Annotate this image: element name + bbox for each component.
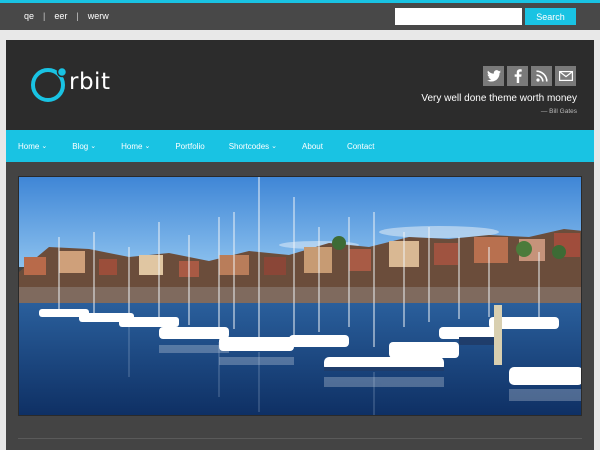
- nav-item-label: Blog: [72, 141, 89, 151]
- header-tagline: Very well done theme worth money: [421, 93, 577, 104]
- chevron-down-icon: ⌄: [271, 143, 278, 150]
- social-icons: [483, 66, 576, 86]
- top-bar: qe | eer | werw Search: [0, 0, 600, 30]
- nav-item-home[interactable]: Home ⌄: [18, 142, 47, 151]
- logo-text: rbit: [69, 69, 111, 95]
- search-button[interactable]: Search: [525, 8, 576, 25]
- nav-item-label: Home: [18, 141, 40, 151]
- logo-o-icon: [31, 66, 68, 102]
- content-divider: [18, 438, 582, 439]
- nav-item-label: Portfolio: [175, 141, 205, 151]
- nav-item-about[interactable]: About: [302, 142, 323, 151]
- tagline-author: — Bill Gates: [540, 108, 577, 115]
- site-header: rbit Very well done theme worth money — …: [6, 40, 594, 130]
- top-link-separator: |: [43, 11, 46, 21]
- hero-image[interactable]: [18, 176, 582, 416]
- harbor-photo: [19, 177, 581, 415]
- chevron-down-icon: ⌄: [90, 143, 97, 150]
- nav-item-label: Contact: [346, 141, 375, 151]
- search-input[interactable]: [395, 8, 522, 25]
- nav-item-label: Shortcodes: [228, 141, 270, 151]
- content-area: [6, 162, 594, 450]
- nav-item-portfolio[interactable]: Portfolio: [175, 142, 204, 151]
- top-link-qe[interactable]: qe: [24, 11, 34, 21]
- top-link-eer[interactable]: eer: [54, 11, 67, 21]
- twitter-icon[interactable]: [483, 66, 504, 86]
- nav-item-label: About: [302, 141, 323, 151]
- nav-item-contact[interactable]: Contact: [347, 142, 375, 151]
- main-nav: Home ⌄ Blog ⌄ Home ⌄ Portfolio Shortcodes ⌄ …: [6, 130, 594, 162]
- top-links: qe | eer | werw: [24, 11, 109, 21]
- chevron-down-icon: ⌄: [41, 143, 48, 150]
- top-link-werw[interactable]: werw: [88, 11, 109, 21]
- nav-item-blog[interactable]: Blog ⌄: [72, 142, 96, 151]
- rss-icon[interactable]: [531, 66, 552, 86]
- top-link-separator: |: [76, 11, 79, 21]
- chevron-down-icon: ⌄: [144, 143, 151, 150]
- facebook-icon[interactable]: [507, 66, 528, 86]
- nav-item-label: Home: [121, 141, 143, 151]
- nav-item-shortcodes[interactable]: Shortcodes ⌄: [229, 142, 277, 151]
- page-wrapper: rbit Very well done theme worth money — …: [6, 40, 594, 450]
- nav-item-home-2[interactable]: Home ⌄: [121, 142, 150, 151]
- email-icon[interactable]: [555, 66, 576, 86]
- site-logo[interactable]: rbit: [30, 64, 140, 108]
